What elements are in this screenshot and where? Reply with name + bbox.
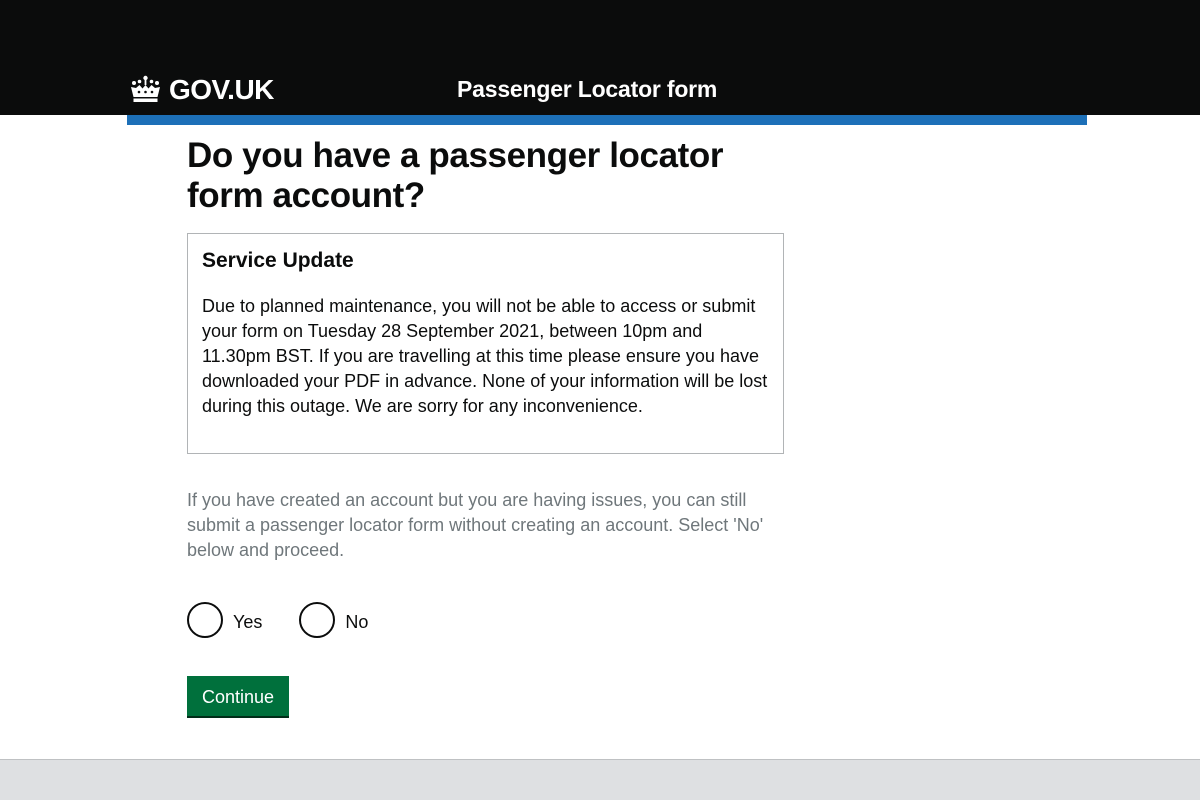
service-name-link[interactable]: Passenger Locator form [457, 74, 717, 104]
logo-text: GOV.UK [169, 74, 274, 105]
service-update-panel: Service Update Due to planned maintenanc… [187, 233, 784, 454]
govuk-logo-link[interactable]: GOV.UK [128, 72, 274, 108]
service-update-heading: Service Update [202, 249, 354, 272]
main-content: Do you have a passenger locator form acc… [187, 136, 785, 716]
service-update-body: Due to planned maintenance, you will not… [202, 296, 768, 416]
crown-icon [128, 75, 163, 105]
radio-option-yes[interactable]: Yes [187, 602, 262, 638]
account-hint: If you have created an account but you a… [187, 490, 764, 560]
site-header: GOV.UK Passenger Locator form [0, 0, 1200, 115]
continue-button[interactable]: Continue [187, 676, 290, 716]
page-title: Do you have a passenger locator form acc… [187, 136, 724, 215]
radio-yes-input[interactable] [187, 602, 223, 638]
radio-option-no[interactable]: No [299, 602, 368, 638]
account-radio-group: Yes No [187, 602, 785, 638]
radio-no-label[interactable]: No [345, 610, 368, 635]
radio-yes-label[interactable]: Yes [233, 610, 262, 635]
radio-no-input[interactable] [299, 602, 336, 638]
site-footer [0, 759, 1200, 800]
header-accent-bar [127, 115, 1087, 125]
